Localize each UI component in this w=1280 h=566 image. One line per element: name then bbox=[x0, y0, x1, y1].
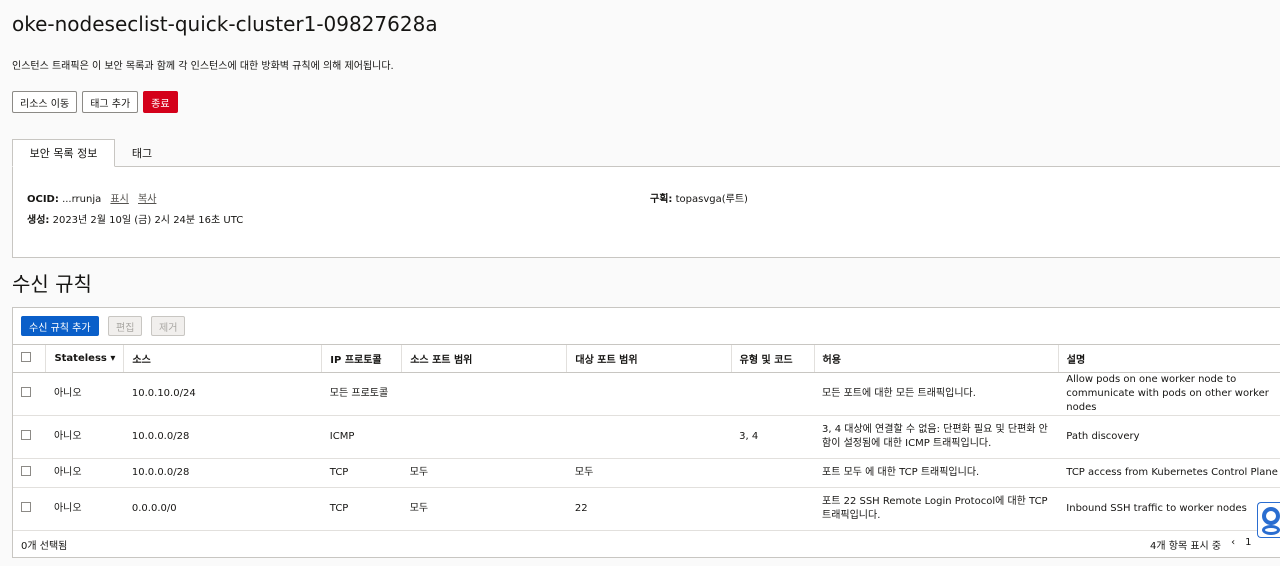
stateless-cell: 아니오 bbox=[45, 372, 124, 416]
show-ocid-link[interactable]: 표시 bbox=[110, 194, 128, 205]
lifebuoy-icon bbox=[1262, 507, 1280, 525]
column-destination-port-range: 대상 포트 범위 bbox=[566, 344, 732, 373]
page-number: 1 bbox=[1245, 537, 1252, 548]
add-ingress-rule-button[interactable]: 수신 규칙 추가 bbox=[21, 316, 99, 336]
item-count: 4개 항목 표시 중 bbox=[1150, 541, 1222, 552]
table-header-row: Stateless ▾ 소스 IP 프로토콜 소스 포트 범위 대상 포트 범위… bbox=[13, 344, 1280, 373]
row-checkbox[interactable] bbox=[21, 386, 31, 397]
dst-ports-cell bbox=[566, 372, 732, 416]
ocid-label: OCID: bbox=[27, 194, 59, 205]
src-ports-cell: 모두 bbox=[401, 487, 567, 531]
tab-security-list-info[interactable]: 보안 목록 정보 bbox=[12, 139, 115, 167]
selected-count: 0개 선택됨 bbox=[21, 541, 68, 552]
source-cell: 10.0.10.0/24 bbox=[123, 372, 322, 416]
page-title: oke-nodeseclist-quick-cluster1-09827628a bbox=[12, 12, 438, 36]
column-allows: 허용 bbox=[813, 344, 1059, 373]
column-source: 소스 bbox=[123, 344, 322, 373]
select-all-checkbox[interactable] bbox=[21, 352, 31, 362]
compartment-label: 구획: bbox=[650, 194, 673, 205]
add-tags-button[interactable]: 태그 추가 bbox=[82, 91, 139, 113]
remove-button[interactable]: 제거 bbox=[151, 316, 186, 336]
allows-cell: 포트 모두 에 대한 TCP 트래픽입니다. bbox=[814, 458, 1059, 488]
row-checkbox[interactable] bbox=[21, 465, 31, 476]
column-stateless[interactable]: Stateless ▾ bbox=[45, 344, 124, 373]
source-cell: 10.0.0.0/28 bbox=[123, 415, 322, 459]
stateless-cell: 아니오 bbox=[45, 415, 124, 459]
allows-cell: 3, 4 대상에 연결할 수 없음: 단편화 필요 및 단편화 안 함이 설정됨… bbox=[814, 415, 1059, 459]
description-cell: TCP access from Kubernetes Control Plane… bbox=[1058, 458, 1280, 488]
move-resource-button[interactable]: 리소스 이동 bbox=[12, 91, 78, 113]
column-description: 설명 bbox=[1057, 344, 1280, 373]
table-row: 아니오 0.0.0.0/0 TCP 모두 22 포트 22 SSH Remote… bbox=[13, 487, 1280, 531]
created-value: 2023년 2월 10일 (금) 2시 24분 16초 UTC bbox=[52, 215, 244, 226]
type-code-cell bbox=[731, 372, 814, 416]
created-label: 생성: bbox=[27, 215, 50, 226]
tab-bar: 보안 목록 정보 태그 bbox=[12, 139, 1280, 167]
row-checkbox[interactable] bbox=[21, 429, 31, 440]
src-ports-cell bbox=[401, 415, 567, 459]
select-all-cell bbox=[13, 344, 46, 373]
help-lifebuoy-button[interactable] bbox=[1257, 502, 1280, 538]
dst-ports-cell: 22 bbox=[566, 487, 732, 531]
ocid-value: ...rrunja bbox=[62, 194, 102, 205]
tab-tags[interactable]: 태그 bbox=[129, 139, 155, 167]
protocol-cell: ICMP bbox=[321, 415, 402, 459]
dst-ports-cell: 모두 bbox=[566, 458, 732, 488]
allows-cell: 모든 포트에 대한 모든 트래픽입니다. bbox=[814, 372, 1059, 416]
page-description: 인스턴스 트래픽은 이 보안 목록과 함께 각 인스턴스에 대한 방화벽 규칙에… bbox=[12, 61, 394, 72]
ingress-rules-table: Stateless ▾ 소스 IP 프로토콜 소스 포트 범위 대상 포트 범위… bbox=[13, 344, 1280, 531]
allows-cell: 포트 22 SSH Remote Login Protocol에 대한 TCP … bbox=[814, 487, 1059, 531]
protocol-cell: TCP bbox=[321, 458, 402, 488]
source-cell: 10.0.0.0/28 bbox=[123, 458, 322, 488]
type-code-cell bbox=[731, 458, 814, 488]
info-panel: OCID: ...rrunja 표시 복사 생성: 2023년 2월 10일 (… bbox=[12, 166, 1280, 258]
security-list-page: oke-nodeseclist-quick-cluster1-09827628a… bbox=[0, 0, 1280, 566]
column-ip-protocol: IP 프로토콜 bbox=[321, 344, 402, 373]
src-ports-cell bbox=[401, 372, 567, 416]
action-bar: 리소스 이동 태그 추가 종료 bbox=[12, 91, 178, 113]
ingress-rules-title: 수신 규칙 bbox=[12, 272, 92, 296]
protocol-cell: TCP bbox=[321, 487, 402, 531]
table-row: 아니오 10.0.10.0/24 모든 프로토콜 모든 포트에 대한 모든 트래… bbox=[13, 372, 1280, 416]
description-cell: Allow pods on one worker node to communi… bbox=[1058, 372, 1280, 416]
src-ports-cell: 모두 bbox=[401, 458, 567, 488]
stateless-cell: 아니오 bbox=[45, 458, 124, 488]
pagination: 4개 항목 표시 중 ‹ 1 bbox=[1150, 537, 1251, 552]
column-type-and-code: 유형 및 코드 bbox=[730, 344, 814, 373]
ingress-rules-panel: 수신 규칙 추가 편집 제거 Stateless ▾ 소스 IP 프로토콜 소스… bbox=[12, 307, 1280, 558]
created-row: 생성: 2023년 2월 10일 (금) 2시 24분 16초 UTC bbox=[27, 211, 243, 226]
type-code-cell bbox=[731, 487, 814, 531]
row-checkbox[interactable] bbox=[21, 501, 31, 512]
protocol-cell: 모든 프로토콜 bbox=[321, 372, 402, 416]
source-cell: 0.0.0.0/0 bbox=[123, 487, 322, 531]
type-code-cell: 3, 4 bbox=[731, 415, 814, 459]
dst-ports-cell bbox=[566, 415, 732, 459]
prev-page-icon[interactable]: ‹ bbox=[1231, 537, 1235, 552]
column-source-port-range: 소스 포트 범위 bbox=[401, 344, 567, 373]
ocid-row: OCID: ...rrunja 표시 복사 bbox=[27, 190, 156, 205]
edit-button[interactable]: 편집 bbox=[108, 316, 143, 336]
compartment-row: 구획: topasvga(루트) bbox=[650, 190, 748, 205]
table-row: 아니오 10.0.0.0/28 TCP 모두 모두 포트 모두 에 대한 TCP… bbox=[13, 458, 1280, 488]
description-cell: Path discovery⋮ bbox=[1058, 415, 1280, 459]
stateless-cell: 아니오 bbox=[45, 487, 124, 531]
table-row: 아니오 10.0.0.0/28 ICMP 3, 4 3, 4 대상에 연결할 수… bbox=[13, 415, 1280, 459]
description-cell: Inbound SSH traffic to worker nodes⋮ bbox=[1058, 487, 1280, 531]
compartment-value: topasvga(루트) bbox=[675, 194, 748, 205]
copy-ocid-link[interactable]: 복사 bbox=[138, 194, 156, 205]
terminate-button[interactable]: 종료 bbox=[143, 91, 178, 113]
sort-down-icon: ▾ bbox=[110, 353, 116, 364]
